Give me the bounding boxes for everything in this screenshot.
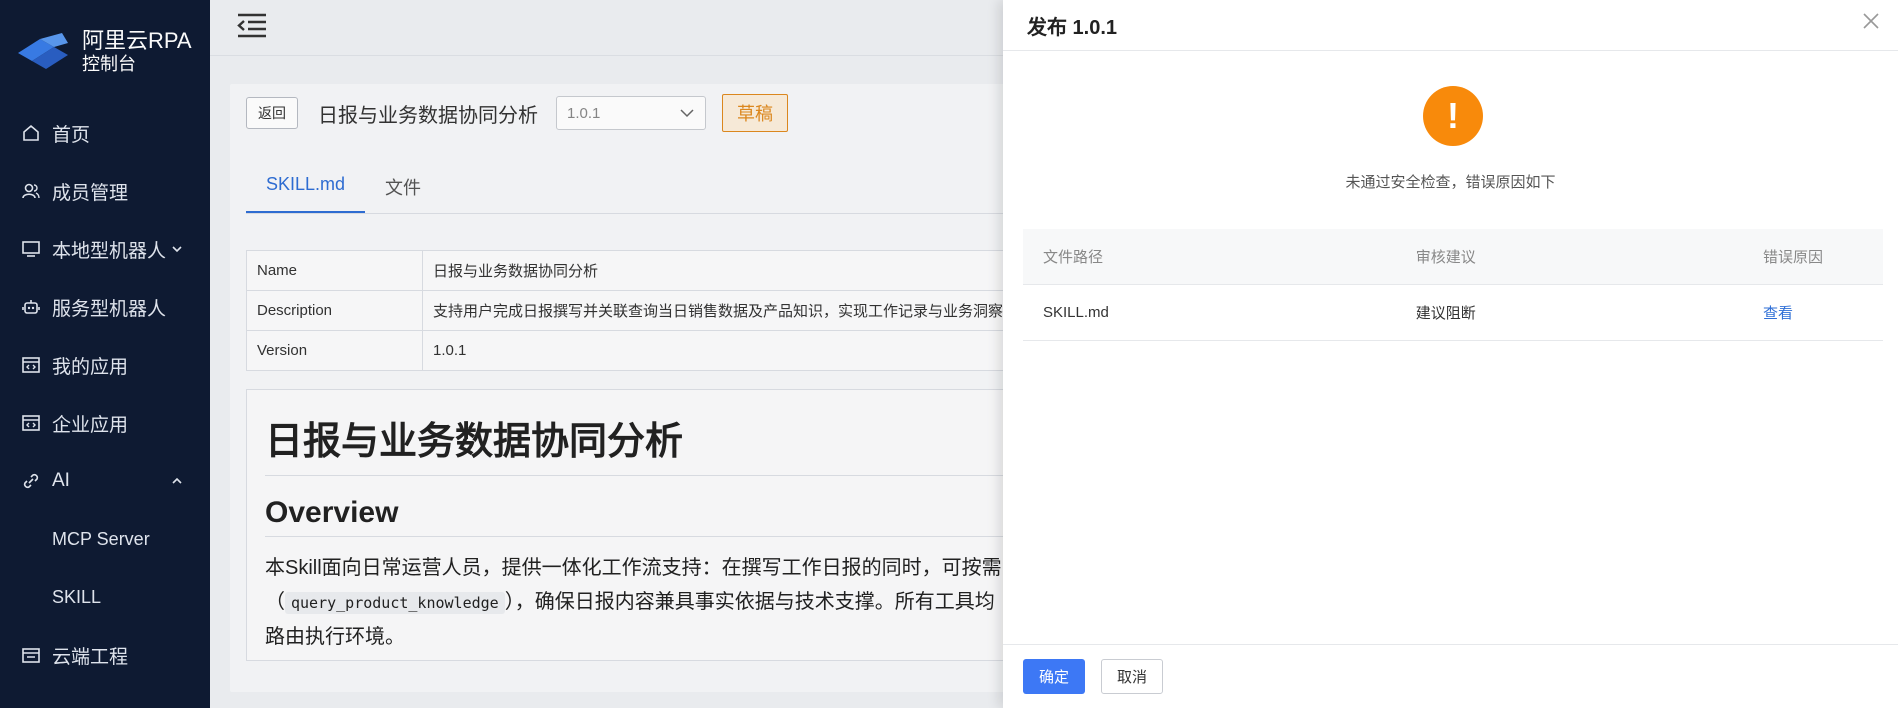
confirm-button[interactable]: 确定 [1023, 659, 1085, 694]
publish-drawer: 发布 1.0.1 ! 未通过安全检查，错误原因如下 文件路径 审核建议 错误原因… [1003, 0, 1898, 708]
check-result-table: 文件路径 审核建议 错误原因 SKILL.md 建议阻断 查看 [1023, 229, 1883, 341]
column-header: 审核建议 [1395, 229, 1743, 285]
table-row: SKILL.md 建议阻断 查看 [1023, 284, 1883, 341]
file-path-cell: SKILL.md [1023, 284, 1396, 341]
column-header: 错误原因 [1743, 229, 1883, 285]
view-reason-link[interactable]: 查看 [1763, 305, 1793, 322]
suggestion-cell: 建议阻断 [1395, 284, 1743, 341]
column-header: 文件路径 [1023, 229, 1396, 285]
cancel-button[interactable]: 取消 [1101, 659, 1163, 694]
drawer-footer: 确定 取消 [1003, 644, 1898, 708]
warning-icon: ! [1423, 86, 1483, 146]
reason-cell: 查看 [1743, 284, 1883, 341]
close-icon[interactable] [1860, 10, 1882, 32]
warning-message: 未通过安全检查，错误原因如下 [1345, 174, 1556, 191]
drawer-title: 发布 1.0.1 [1027, 16, 1118, 39]
